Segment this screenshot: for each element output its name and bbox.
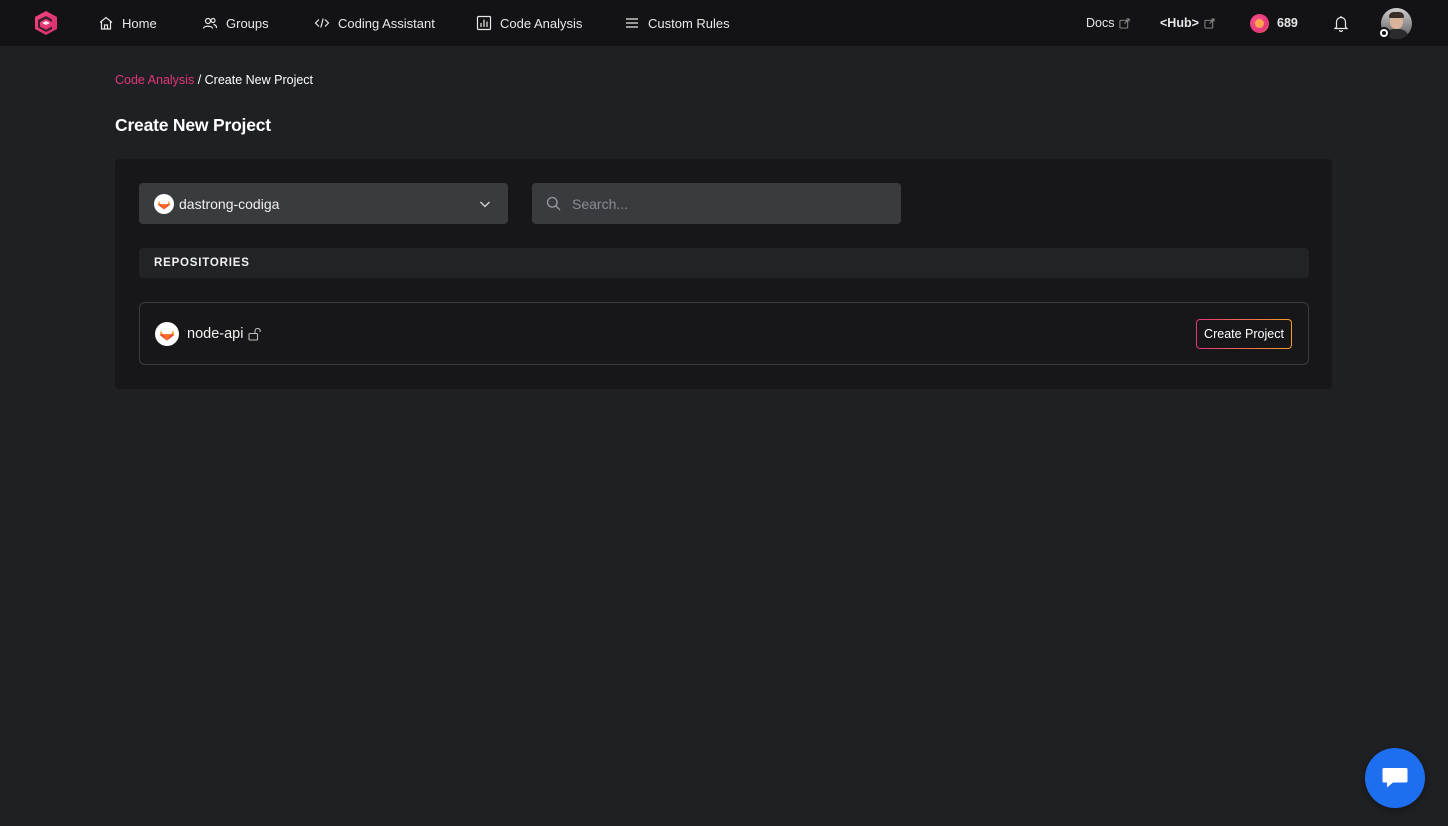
- docs-link[interactable]: Docs: [1086, 0, 1131, 46]
- bar-chart-icon: [476, 15, 492, 31]
- points-value: 689: [1277, 16, 1298, 30]
- nav-item-coding-assistant[interactable]: Coding Assistant: [314, 0, 435, 46]
- create-project-button[interactable]: Create Project: [1196, 319, 1292, 349]
- nav-label: Home: [122, 15, 157, 31]
- repository-row: node-api Create Project: [139, 302, 1309, 365]
- home-icon: [99, 16, 113, 30]
- chat-bubble-icon: [1382, 768, 1408, 788]
- chevron-down-icon: [480, 201, 490, 208]
- search-input[interactable]: [572, 183, 892, 224]
- organization-select-value: dastrong-codiga: [179, 195, 280, 212]
- create-project-button-label: Create Project: [1197, 320, 1291, 348]
- nav-label: Code Analysis: [500, 15, 583, 31]
- search-icon: [546, 196, 561, 211]
- codiga-logo-icon[interactable]: [33, 10, 59, 36]
- hub-label: <Hub>: [1160, 16, 1199, 30]
- notification-bell-icon[interactable]: [1332, 14, 1350, 32]
- top-navigation-bar: Home Groups Coding Assistant Code Analys…: [0, 0, 1448, 46]
- breadcrumb-separator: /: [194, 73, 205, 87]
- nav-item-code-analysis[interactable]: Code Analysis: [476, 0, 582, 46]
- repositories-header: REPOSITORIES: [139, 248, 1309, 278]
- list-icon: [626, 18, 638, 28]
- nav-item-custom-rules[interactable]: Custom Rules: [624, 0, 730, 46]
- points-counter[interactable]: 689: [1250, 0, 1298, 46]
- breadcrumb: Code Analysis / Create New Project: [115, 73, 313, 87]
- chat-support-button[interactable]: [1365, 748, 1425, 808]
- nav-item-home[interactable]: Home: [98, 0, 157, 46]
- repository-name: node-api: [187, 325, 244, 342]
- repository-search: [532, 183, 901, 224]
- github-badge-icon: [1378, 27, 1390, 39]
- page-title: Create New Project: [115, 115, 271, 135]
- external-link-icon: [1119, 17, 1131, 29]
- gitlab-icon: [155, 321, 179, 346]
- users-icon: [202, 17, 218, 29]
- gitlab-icon: [154, 193, 174, 214]
- nav-label: Coding Assistant: [338, 15, 435, 31]
- breadcrumb-link-code-analysis[interactable]: Code Analysis: [115, 73, 194, 87]
- unlocked-icon: [248, 327, 262, 341]
- breadcrumb-current: Create New Project: [204, 73, 314, 87]
- hub-link[interactable]: <Hub>: [1160, 0, 1215, 46]
- create-project-panel: dastrong-codiga REPOSITORIES node-api Cr…: [115, 159, 1332, 389]
- nav-label: Groups: [226, 15, 269, 31]
- external-link-icon: [1204, 17, 1215, 29]
- coin-icon: [1250, 13, 1269, 33]
- nav-item-groups[interactable]: Groups: [202, 0, 269, 46]
- nav-label: Custom Rules: [648, 15, 730, 31]
- docs-label: Docs: [1086, 16, 1115, 30]
- organization-select[interactable]: dastrong-codiga: [139, 183, 508, 224]
- code-icon: [314, 18, 330, 28]
